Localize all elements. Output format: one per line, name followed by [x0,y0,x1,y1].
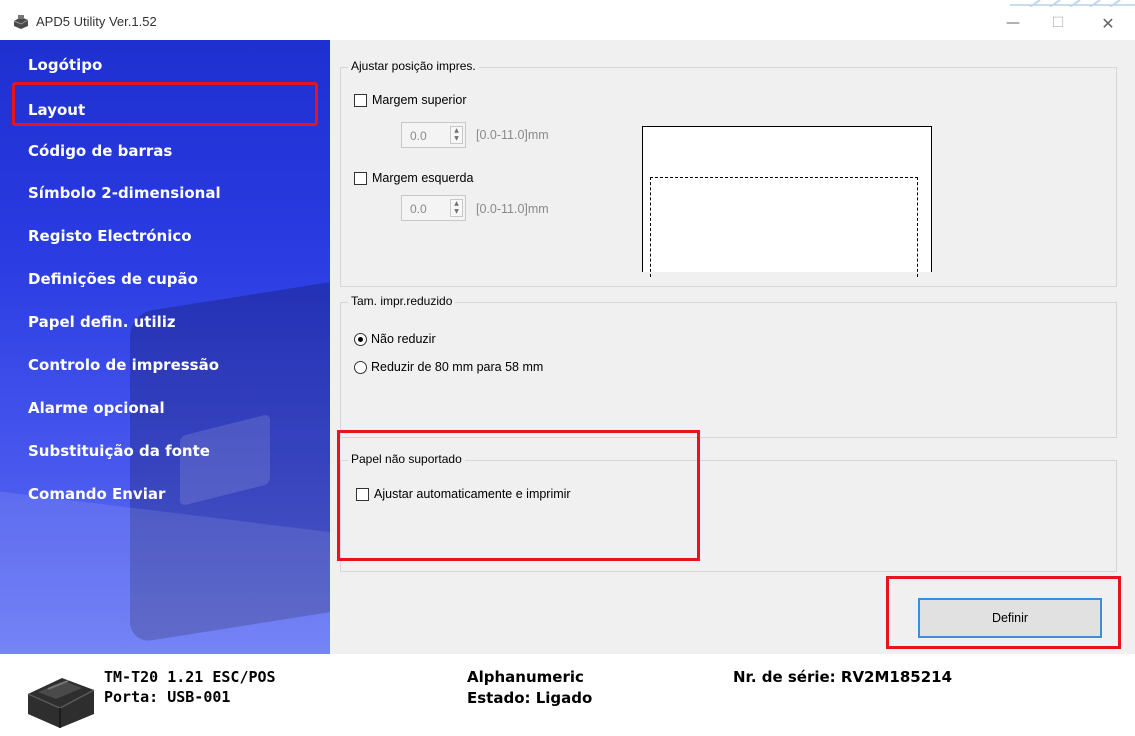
top-margin-spin-buttons[interactable]: ▲ ▼ [450,126,463,144]
no-reduce-radio[interactable] [354,333,367,346]
sidebar-item-codigo-barras[interactable]: Código de barras [28,142,172,160]
reduce-80-58-radio[interactable] [354,361,367,374]
sidebar-item-simbolo-2d[interactable]: Símbolo 2-dimensional [28,184,221,202]
close-button[interactable]: ✕ [1085,8,1131,38]
top-margin-range: [0.0-11.0]mm [476,128,549,142]
top-margin-checkbox[interactable] [354,94,367,107]
top-margin-value: 0.0 [410,129,427,143]
maximize-button[interactable]: ☐ [1035,8,1081,38]
left-margin-value: 0.0 [410,202,427,216]
character-mode: Alphanumeric [467,668,584,686]
printer-app-icon [13,15,29,29]
sidebar-item-registo-electronico[interactable]: Registo Electrónico [28,227,192,245]
serial-number: Nr. de série: RV2M185214 [733,668,953,686]
margin-preview-print-area [650,177,918,277]
spin-down-icon[interactable]: ▼ [451,135,462,143]
window-title: APD5 Utility Ver.1.52 [36,14,157,29]
left-margin-spin-buttons[interactable]: ▲ ▼ [450,199,463,217]
printer-device-icon [27,678,95,728]
unsupported-paper-highlight [337,430,700,561]
printer-port: Porta: USB-001 [104,688,231,706]
left-margin-range: [0.0-11.0]mm [476,202,549,216]
left-margin-label: Margem esquerda [372,171,474,185]
corner-decoration [1010,0,1135,7]
reduce-80-58-label: Reduzir de 80 mm para 58 mm [371,360,544,374]
sidebar-item-alarme-opcional[interactable]: Alarme opcional [28,399,165,417]
reduced-print-title: Tam. impr.reduzido [348,294,456,308]
margin-preview [642,126,932,277]
sidebar-item-comando-enviar[interactable]: Comando Enviar [28,485,165,503]
top-margin-spinner[interactable]: 0.0 ▲ ▼ [401,122,466,148]
top-margin-label: Margem superior [372,93,467,107]
sidebar-item-controlo-impressao[interactable]: Controlo de impressão [28,356,219,374]
radio-selected-dot [358,337,363,342]
connection-state: Estado: Ligado [467,689,593,707]
printer-model: TM-T20 1.21 ESC/POS [104,668,276,686]
minimize-button[interactable]: — [990,8,1036,38]
left-margin-spinner[interactable]: 0.0 ▲ ▼ [401,195,466,221]
define-button-highlight [886,576,1121,649]
sidebar-item-definicoes-cupao[interactable]: Definições de cupão [28,270,198,288]
sidebar-item-logotipo[interactable]: Logótipo [28,56,102,74]
title-bar: APD5 Utility Ver.1.52 — ☐ ✕ [0,0,1135,40]
sidebar-item-papel-defin[interactable]: Papel defin. utiliz [28,313,176,331]
selected-item-highlight [12,82,318,126]
no-reduce-label: Não reduzir [371,332,436,346]
print-position-title: Ajustar posição impres. [348,59,479,73]
spin-down-icon[interactable]: ▼ [451,208,462,216]
sidebar [0,40,330,654]
spin-up-icon[interactable]: ▲ [451,200,462,208]
spin-up-icon[interactable]: ▲ [451,127,462,135]
left-margin-checkbox[interactable] [354,172,367,185]
sidebar-item-substituicao-fonte[interactable]: Substituição da fonte [28,442,210,460]
